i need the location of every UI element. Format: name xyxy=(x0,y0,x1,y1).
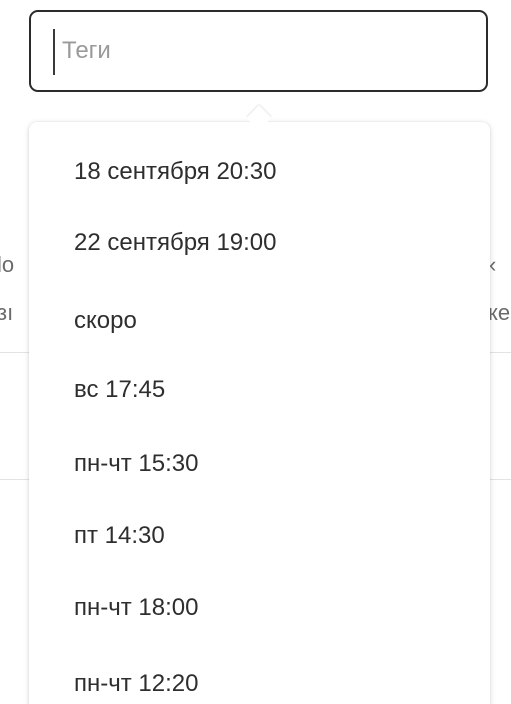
background-text-left: зı xyxy=(0,300,14,325)
suggestion-item[interactable]: скоро xyxy=(74,301,137,341)
suggestion-item[interactable]: вс 17:45 xyxy=(74,370,165,410)
tags-input-box[interactable] xyxy=(29,10,488,92)
tags-input[interactable] xyxy=(62,26,462,76)
background-text-right: ке xyxy=(488,300,511,325)
suggestion-item[interactable]: пн-чт 12:20 xyxy=(74,664,198,704)
suggestion-item[interactable]: пн-чт 15:30 xyxy=(74,444,198,484)
text-caret xyxy=(53,29,55,75)
background-text-left: lo xyxy=(0,252,15,277)
suggestion-item[interactable]: пн-чт 18:00 xyxy=(74,588,198,628)
tags-page: lo зı ‹ ке 18 сентября 20:30 22 сентября… xyxy=(0,0,511,704)
suggestion-item[interactable]: 18 сентября 20:30 xyxy=(74,152,277,192)
dropdown-pointer-mask xyxy=(240,122,280,136)
suggestion-item[interactable]: 22 сентября 19:00 xyxy=(74,223,277,263)
background-text-right: ‹ xyxy=(489,252,497,277)
suggestion-item[interactable]: пт 14:30 xyxy=(74,516,165,556)
tag-suggestions-dropdown: 18 сентября 20:30 22 сентября 19:00 скор… xyxy=(29,122,490,704)
